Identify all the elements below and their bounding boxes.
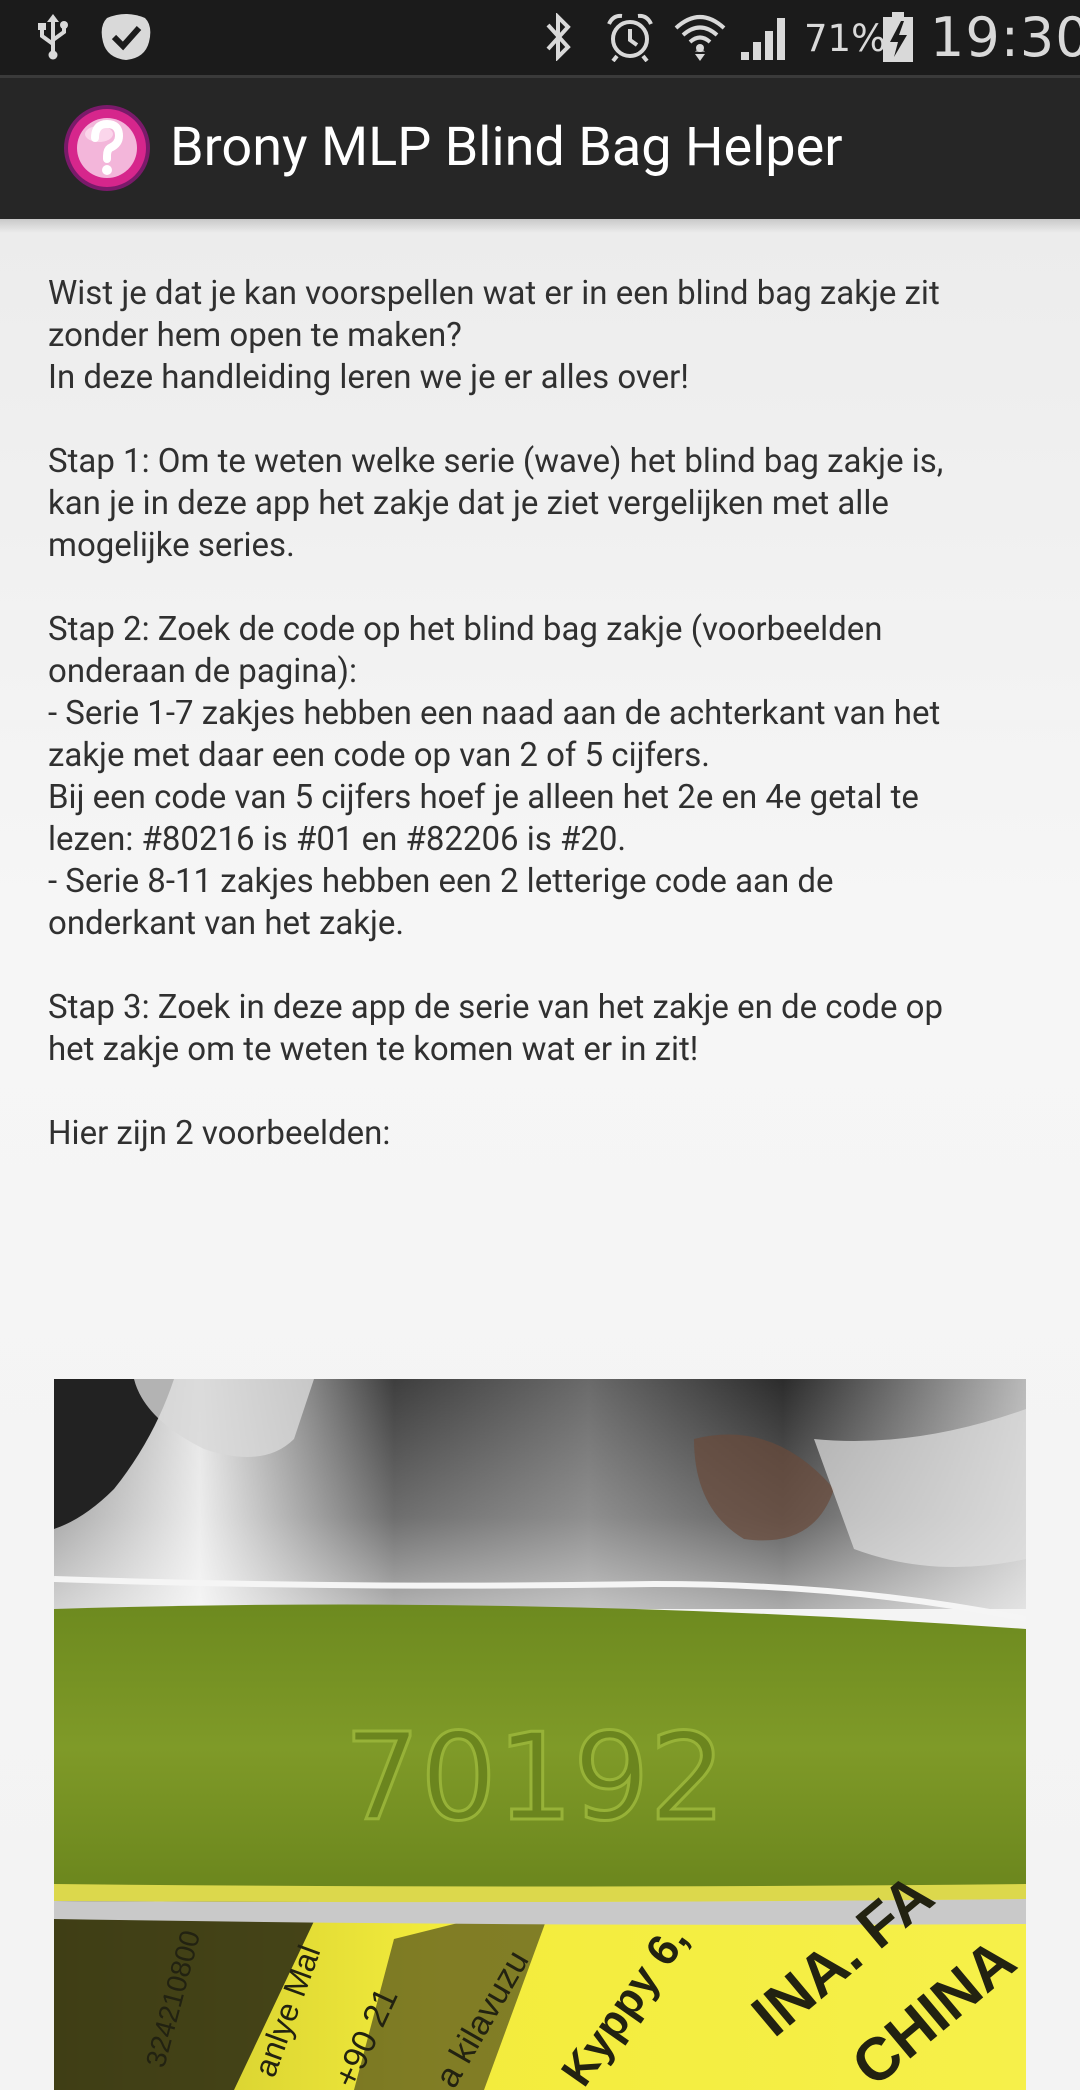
text-line: lezen: #80216 is #01 en #82206 is #20.: [48, 820, 627, 859]
wifi-icon: [672, 12, 728, 62]
question-mark-app-icon[interactable]: [63, 104, 151, 192]
battery-percent: 71%: [804, 17, 887, 60]
check-badge-icon: [98, 12, 154, 62]
text-line: Stap 1: Om te weten welke serie (wave) h…: [48, 442, 944, 481]
text-line: Hier zijn 2 voorbeelden:: [48, 1114, 391, 1153]
instructions-text: Wist je dat je kan voorspellen wat er in…: [48, 273, 1048, 1155]
bluetooth-icon: [540, 12, 578, 62]
text-line: Wist je dat je kan voorspellen wat er in…: [48, 274, 940, 313]
text-line: Stap 3: Zoek in deze app de serie van he…: [48, 988, 944, 1027]
text-line: In deze handleiding leren we je er alles…: [48, 358, 689, 397]
text-line: - Serie 8-11 zakjes hebben een 2 letteri…: [48, 862, 834, 901]
step3-paragraph: Stap 3: Zoek in deze app de serie van he…: [48, 987, 1048, 1071]
text-line: zonder hem open te maken?: [48, 316, 462, 355]
text-line: onderkant van het zakje.: [48, 904, 405, 943]
svg-text:70192: 70192: [344, 1709, 726, 1848]
usb-icon: [33, 12, 73, 62]
alarm-icon: [604, 12, 656, 62]
app-title: Brony MLP Blind Bag Helper: [170, 116, 843, 179]
text-line: Bij een code van 5 cijfers hoef je allee…: [48, 778, 919, 817]
content-scroll-area[interactable]: Wist je dat je kan voorspellen wat er in…: [0, 219, 1080, 2090]
action-bar: Brony MLP Blind Bag Helper: [0, 75, 1080, 219]
status-bar: 71% 19:30: [0, 0, 1080, 75]
text-line: onderaan de pagina):: [48, 652, 357, 691]
text-line: kan je in deze app het zakje dat je ziet…: [48, 484, 889, 523]
signal-icon: [737, 12, 793, 62]
examples-heading: Hier zijn 2 voorbeelden:: [48, 1113, 1048, 1155]
step1-paragraph: Stap 1: Om te weten welke serie (wave) h…: [48, 441, 1048, 567]
text-line: zakje met daar een code op van 2 of 5 ci…: [48, 736, 710, 775]
text-line: mogelijke series.: [48, 526, 295, 565]
text-line: - Serie 1-7 zakjes hebben een naad aan d…: [48, 694, 941, 733]
embossed-code: 70192: [343, 1708, 728, 1850]
intro-paragraph: Wist je dat je kan voorspellen wat er in…: [48, 273, 1048, 399]
example-photo-seam-code: 70192 INA. FA CHINA Kyppy 6, a kilavuzu …: [54, 1379, 1026, 2090]
step2-paragraph: Stap 2: Zoek de code op het blind bag za…: [48, 609, 1048, 945]
action-bar-shadow: [0, 219, 1080, 233]
text-line: het zakje om te weten te komen wat er in…: [48, 1030, 699, 1069]
clock: 19:30: [930, 6, 1080, 69]
battery-charging-icon: [878, 12, 918, 62]
text-line: Stap 2: Zoek de code op het blind bag za…: [48, 610, 883, 649]
